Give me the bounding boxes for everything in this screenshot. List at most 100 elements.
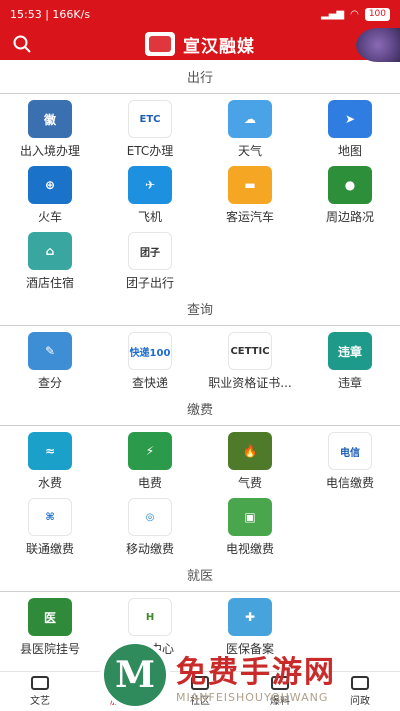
service-label: ETC办理 — [126, 144, 174, 158]
status-time: 15:53 — [10, 7, 42, 21]
service-tile[interactable]: ▣ 电视缴费 — [200, 498, 300, 558]
book-icon — [31, 676, 49, 690]
service-label: 水费 — [37, 476, 62, 490]
section-title: 缴费 — [0, 392, 400, 426]
service-tile[interactable]: 医县医院挂号 — [0, 598, 100, 658]
service-grid: ✎ 查分 快递100 查快递 CETTIC 职业资格证书... 违章 违章 — [0, 326, 400, 392]
service-tile[interactable]: ⊕ 火车 — [0, 166, 100, 226]
service-tile[interactable]: ⌂ 酒店住宿 — [0, 232, 100, 292]
service-tile[interactable]: ⚡ 电费 — [100, 432, 200, 492]
unicom-icon: ⌘ — [28, 498, 72, 536]
search-icon[interactable] — [12, 34, 32, 54]
service-tile[interactable]: ≈ 水费 — [0, 432, 100, 492]
service-label: 医保备案 — [225, 642, 274, 656]
traffic-light-icon: ● — [328, 166, 372, 204]
brand-logo-icon — [145, 32, 175, 56]
service-tile[interactable]: CETTIC 职业资格证书... — [200, 332, 300, 392]
service-label: 电视缴费 — [225, 542, 274, 556]
service-tile[interactable]: 🔥 气费 — [200, 432, 300, 492]
service-label: 联通缴费 — [25, 542, 74, 556]
service-content: 出行徽出入境办理 ETC ETC办理 ☁ 天气 ➤ 地图 ⊕ 火车 ✈ 飞机 ▬ 客运汽车 ● 周边路况 ⌂ 酒… — [0, 60, 400, 671]
airplane-icon: ✈ — [128, 166, 172, 204]
electricity-icon: ⚡ — [128, 432, 172, 470]
signal-icon: ▂▄▆ — [321, 8, 345, 20]
nav-community[interactable]: 社区 — [160, 672, 240, 711]
service-tile[interactable]: ⌘ 联通缴费 — [0, 498, 100, 558]
brand: 宣汉融媒 — [145, 32, 255, 57]
service-grid: 医县医院挂号 H 体检中心 ✚ 医保备案 — [0, 592, 400, 658]
service-label: 地图 — [337, 144, 362, 158]
tv-icon: ▣ — [228, 498, 272, 536]
section-title: 查询 — [0, 292, 400, 326]
mobile-icon: ◎ — [128, 498, 172, 536]
nav-label: 社区 — [190, 696, 210, 707]
service-label: 火车 — [37, 210, 62, 224]
question-icon — [351, 676, 369, 690]
service-icon — [111, 676, 129, 690]
app-header: 宣汉融媒 — [0, 28, 400, 62]
community-icon — [191, 676, 209, 690]
service-label: 电信缴费 — [325, 476, 374, 490]
service-label: 天气 — [237, 144, 262, 158]
battery-indicator: 100 — [364, 7, 390, 21]
nav-report[interactable]: 爆料 — [240, 672, 320, 711]
service-tile[interactable]: 电信 电信缴费 — [300, 432, 400, 492]
certificate-icon: CETTIC — [228, 332, 272, 370]
service-tile[interactable]: ☁ 天气 — [200, 100, 300, 160]
nav-label: 问政 — [350, 696, 370, 707]
violation-icon: 违章 — [328, 332, 372, 370]
service-tile[interactable]: ✈ 飞机 — [100, 166, 200, 226]
service-label: 电费 — [137, 476, 162, 490]
cloud-rain-icon: ☁ — [228, 100, 272, 138]
status-bar: 15:53 | 166K/s ▂▄▆ ◠ 100 — [0, 0, 400, 28]
health-check-icon: H — [128, 598, 172, 636]
train-icon: ⊕ — [28, 166, 72, 204]
service-label: 职业资格证书... — [208, 376, 292, 390]
service-tile[interactable]: ● 周边路况 — [300, 166, 400, 226]
service-grid: ≈ 水费 ⚡ 电费 🔥 气费 电信电信缴费 ⌘ 联通缴费 ◎ 移动缴费 ▣ 电视缴费 — [0, 426, 400, 558]
medical-kit-icon: ✚ — [228, 598, 272, 636]
report-icon — [271, 676, 289, 690]
service-tile[interactable]: ◎ 移动缴费 — [100, 498, 200, 558]
bus-icon: ▬ — [228, 166, 272, 204]
hotel-icon: ⌂ — [28, 232, 72, 270]
telecom-icon: 电信 — [328, 432, 372, 470]
service-tile[interactable]: ➤ 地图 — [300, 100, 400, 160]
service-label: 酒店住宿 — [25, 276, 74, 290]
score-doc-icon: ✎ — [28, 332, 72, 370]
service-label: 查分 — [37, 376, 62, 390]
service-label: 体检中心 — [125, 642, 174, 656]
service-label: 出入境办理 — [19, 144, 80, 158]
service-label: 气费 — [237, 476, 262, 490]
service-label: 客运汽车 — [225, 210, 274, 224]
emblem-icon: 徽 — [28, 100, 72, 138]
nav-service[interactable]: 服务 — [80, 672, 160, 711]
service-tile[interactable]: ✚ 医保备案 — [200, 598, 300, 658]
map-navigation-icon: ➤ — [328, 100, 372, 138]
etc-icon: ETC — [128, 100, 172, 138]
express-icon: 快递100 — [128, 332, 172, 370]
service-tile[interactable]: ✎ 查分 — [0, 332, 100, 392]
nav-label: 文艺 — [30, 696, 50, 707]
service-tile[interactable]: ▬ 客运汽车 — [200, 166, 300, 226]
service-grid: 徽出入境办理 ETC ETC办理 ☁ 天气 ➤ 地图 ⊕ 火车 ✈ 飞机 ▬ 客运汽车 ● 周边路况 ⌂ 酒店住… — [0, 94, 400, 292]
service-label: 查快递 — [131, 376, 168, 390]
service-tile[interactable]: 违章 违章 — [300, 332, 400, 392]
nav-label: 服务 — [110, 696, 130, 707]
nav-question[interactable]: 问政 — [320, 672, 400, 711]
hospital-icon: 医 — [28, 598, 72, 636]
service-tile[interactable]: 团子 团子出行 — [100, 232, 200, 292]
wifi-icon: ◠ — [350, 8, 359, 20]
service-tile[interactable]: ETC ETC办理 — [100, 100, 200, 160]
service-tile[interactable]: 徽出入境办理 — [0, 100, 100, 160]
nav-label: 爆料 — [270, 696, 290, 707]
section-title: 出行 — [0, 60, 400, 94]
service-label: 违章 — [337, 376, 362, 390]
service-tile[interactable]: 快递100 查快递 — [100, 332, 200, 392]
service-tile[interactable]: H 体检中心 — [100, 598, 200, 658]
nav-book[interactable]: 文艺 — [0, 672, 80, 711]
service-label: 县医院挂号 — [19, 642, 80, 656]
service-label: 周边路况 — [325, 210, 374, 224]
service-label: 移动缴费 — [125, 542, 174, 556]
avatar[interactable] — [356, 28, 400, 62]
